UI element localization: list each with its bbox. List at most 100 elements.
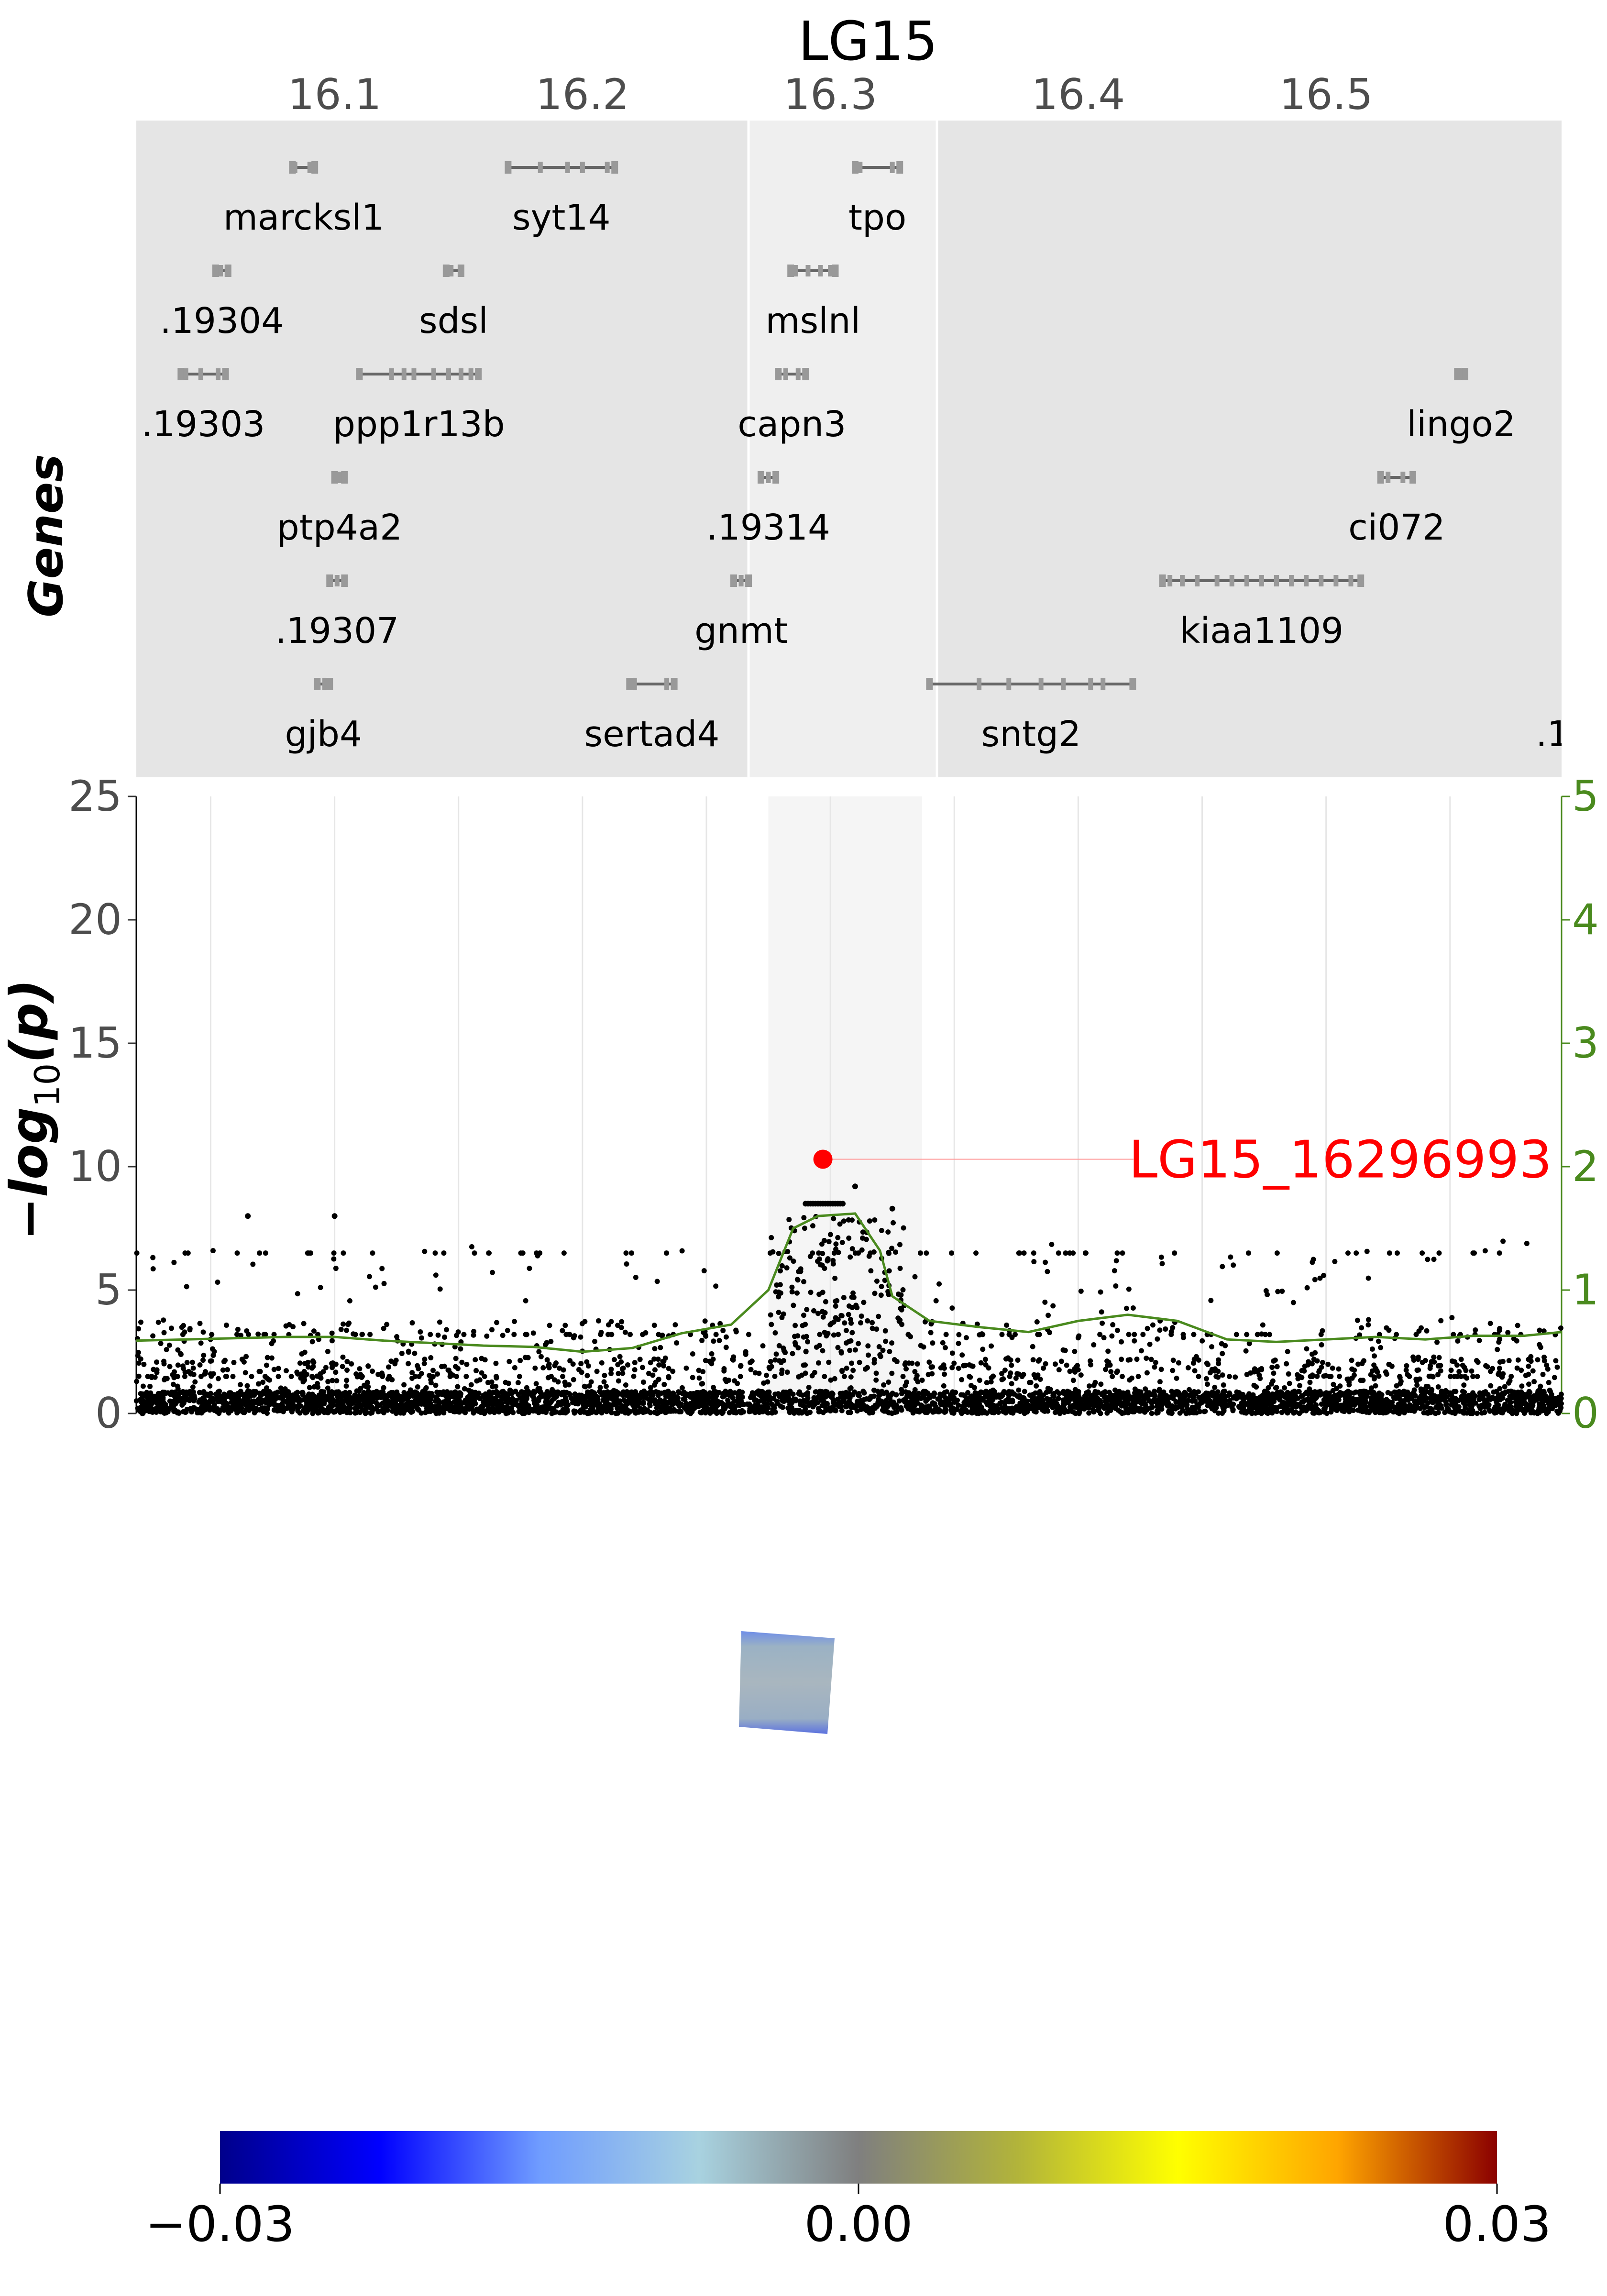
- snp-point: [1370, 1368, 1376, 1374]
- snp-point: [618, 1325, 624, 1331]
- snp-point: [608, 1370, 614, 1376]
- snp-point: [1536, 1406, 1542, 1412]
- snp-point: [866, 1352, 871, 1358]
- snp-point: [874, 1326, 880, 1332]
- snp-point: [1451, 1389, 1457, 1394]
- snp-point: [412, 1350, 418, 1356]
- snp-point: [805, 1339, 811, 1345]
- snp-point: [269, 1355, 275, 1361]
- snp-point: [1003, 1399, 1009, 1404]
- snp-point: [1349, 1358, 1354, 1363]
- snp-point: [462, 1409, 467, 1414]
- snp-point: [1473, 1327, 1478, 1333]
- snp-point: [1041, 1365, 1046, 1371]
- snp-point: [1290, 1300, 1296, 1305]
- snp-point: [441, 1334, 447, 1340]
- snp-point: [181, 1409, 187, 1414]
- snp-point: [1438, 1318, 1444, 1324]
- gene-exon: [1571, 678, 1577, 690]
- snp-point: [779, 1263, 785, 1269]
- snp-point: [1221, 1408, 1227, 1413]
- snp-point: [777, 1282, 783, 1288]
- snp-point: [656, 1362, 662, 1368]
- y2-tick-label: 5: [1572, 772, 1599, 821]
- snp-point: [247, 1405, 253, 1411]
- snp-point: [1304, 1285, 1310, 1291]
- gene-label: ptp4a2: [277, 507, 402, 548]
- snp-point: [1374, 1368, 1380, 1374]
- snp-point: [757, 1391, 762, 1397]
- snp-point: [731, 1410, 737, 1415]
- snp-point: [1009, 1381, 1014, 1387]
- snp-point: [1101, 1394, 1107, 1400]
- gene-exon: [1229, 575, 1234, 586]
- gene-exon: [1274, 575, 1279, 586]
- gene-exon: [1259, 575, 1264, 586]
- snp-point: [696, 1368, 702, 1373]
- snp-point: [1031, 1395, 1037, 1401]
- snp-point: [646, 1370, 652, 1376]
- gene-exon: [356, 368, 363, 380]
- snp-point: [605, 1393, 611, 1399]
- snp-point: [1526, 1363, 1531, 1369]
- snp-point: [881, 1382, 887, 1388]
- snp-point: [724, 1379, 729, 1384]
- snp-point: [672, 1322, 678, 1328]
- snp-point: [519, 1389, 525, 1395]
- snp-point: [271, 1338, 276, 1344]
- snp-point: [141, 1361, 147, 1367]
- gene-label: capn3: [737, 404, 846, 445]
- snp-point: [804, 1392, 810, 1398]
- snp-point: [207, 1383, 213, 1389]
- snp-point: [1457, 1408, 1463, 1414]
- snp-point: [206, 1402, 211, 1408]
- snp-point: [857, 1393, 862, 1399]
- gene-label: sntg2: [981, 714, 1081, 755]
- snp-point: [418, 1329, 423, 1335]
- gene-label: .193: [1536, 714, 1607, 755]
- snp-point: [1285, 1349, 1290, 1355]
- snp-point: [1320, 1359, 1325, 1365]
- snp-point: [1279, 1402, 1285, 1407]
- snp-point: [787, 1389, 793, 1394]
- snp-point: [1449, 1315, 1455, 1321]
- snp-point: [789, 1289, 795, 1295]
- snp-point: [562, 1380, 568, 1385]
- snp-point: [370, 1407, 375, 1413]
- snp-point: [1203, 1376, 1209, 1381]
- snp-point: [772, 1330, 778, 1336]
- snp-point: [661, 1381, 667, 1387]
- snp-point: [1394, 1383, 1399, 1389]
- y-tick-label: 5: [95, 1265, 122, 1314]
- snp-point: [1072, 1369, 1078, 1375]
- snp-point: [1098, 1289, 1103, 1295]
- snp-point: [1558, 1325, 1563, 1331]
- snp-point: [352, 1399, 357, 1404]
- snp-point: [1319, 1342, 1324, 1348]
- gene-exon: [758, 471, 765, 484]
- snp-point: [846, 1312, 851, 1317]
- snp-point: [180, 1323, 186, 1328]
- snp-point: [200, 1358, 206, 1363]
- snp-point: [1487, 1321, 1493, 1326]
- snp-point: [571, 1377, 576, 1382]
- snp-point: [1423, 1383, 1429, 1389]
- snp-point: [885, 1229, 891, 1235]
- snp-point: [624, 1261, 629, 1267]
- snp-point: [1540, 1371, 1546, 1377]
- snp-point: [1157, 1392, 1163, 1398]
- snp-point: [792, 1340, 798, 1346]
- snp-point: [620, 1370, 626, 1376]
- snp-point: [772, 1373, 778, 1379]
- snp-point: [633, 1275, 638, 1280]
- snp-point: [848, 1320, 854, 1326]
- snp-point: [739, 1390, 745, 1395]
- gene-exon: [337, 472, 342, 483]
- snp-point: [838, 1349, 844, 1355]
- snp-point: [231, 1359, 237, 1365]
- snp-point: [898, 1292, 904, 1298]
- snp-point: [767, 1395, 773, 1401]
- snp-point: [1428, 1398, 1434, 1404]
- snp-point: [136, 1373, 142, 1379]
- snp-point: [822, 1266, 827, 1271]
